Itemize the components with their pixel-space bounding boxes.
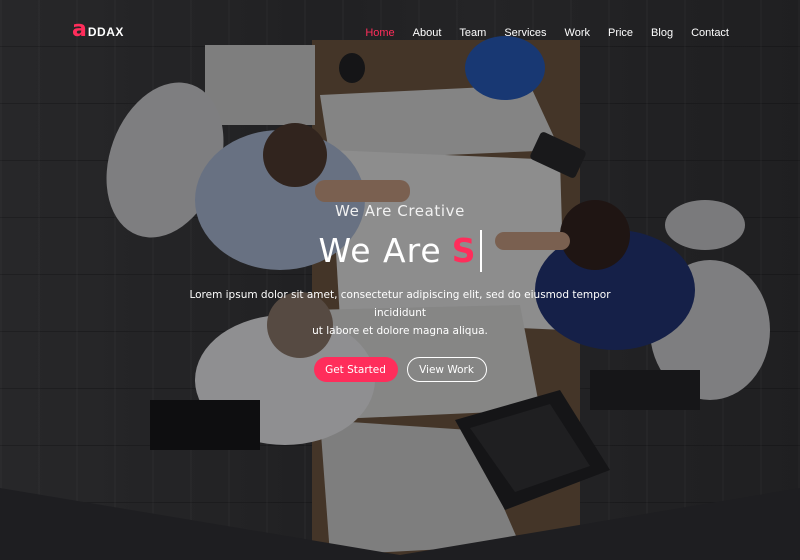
- nav-link-team[interactable]: Team: [459, 27, 486, 39]
- headline-typed-text: S: [451, 231, 477, 270]
- hero-headline: We Are S: [319, 230, 482, 272]
- headline-static-text: We Are: [318, 231, 442, 270]
- nav-item-team: Team: [459, 23, 486, 41]
- logo-mark: a: [72, 17, 87, 42]
- nav-link-work[interactable]: Work: [565, 27, 590, 39]
- nav-link-contact[interactable]: Contact: [691, 27, 729, 39]
- description-line-1: Lorem ipsum dolor sit amet, consectetur …: [189, 289, 611, 319]
- description-line-2: ut labore et dolore magna aliqua.: [312, 325, 488, 337]
- nav-link-blog[interactable]: Blog: [651, 27, 673, 39]
- nav-item-about: About: [413, 23, 442, 41]
- nav-item-services: Services: [504, 23, 546, 41]
- hero-subtitle: We Are Creative: [335, 202, 465, 220]
- get-started-button[interactable]: Get Started: [313, 357, 398, 382]
- hero-buttons: Get Started View Work: [0, 357, 800, 382]
- hero-section: a DDAX Home About Team Services Work Pri…: [0, 0, 800, 560]
- hero-description: Lorem ipsum dolor sit amet, consectetur …: [180, 286, 620, 340]
- nav-link-home[interactable]: Home: [365, 27, 394, 39]
- nav-item-home: Home: [365, 23, 394, 41]
- view-work-button[interactable]: View Work: [406, 357, 487, 382]
- logo-text: DDAX: [87, 25, 124, 39]
- nav-item-price: Price: [608, 23, 633, 41]
- navbar: a DDAX Home About Team Services Work Pri…: [0, 0, 800, 62]
- nav-item-work: Work: [565, 23, 590, 41]
- nav-link-about[interactable]: About: [413, 27, 442, 39]
- hero-content: We Are Creative We Are S Lorem ipsum dol…: [0, 196, 800, 382]
- typing-cursor: [479, 230, 482, 272]
- nav-menu: Home About Team Services Work Price Blog…: [365, 23, 729, 41]
- bottom-wave-shape: [0, 488, 800, 560]
- nav-item-blog: Blog: [651, 23, 673, 41]
- nav-link-services[interactable]: Services: [504, 27, 546, 39]
- nav-link-price[interactable]: Price: [608, 27, 633, 39]
- nav-item-contact: Contact: [691, 23, 729, 41]
- brand-logo[interactable]: a DDAX: [72, 17, 124, 42]
